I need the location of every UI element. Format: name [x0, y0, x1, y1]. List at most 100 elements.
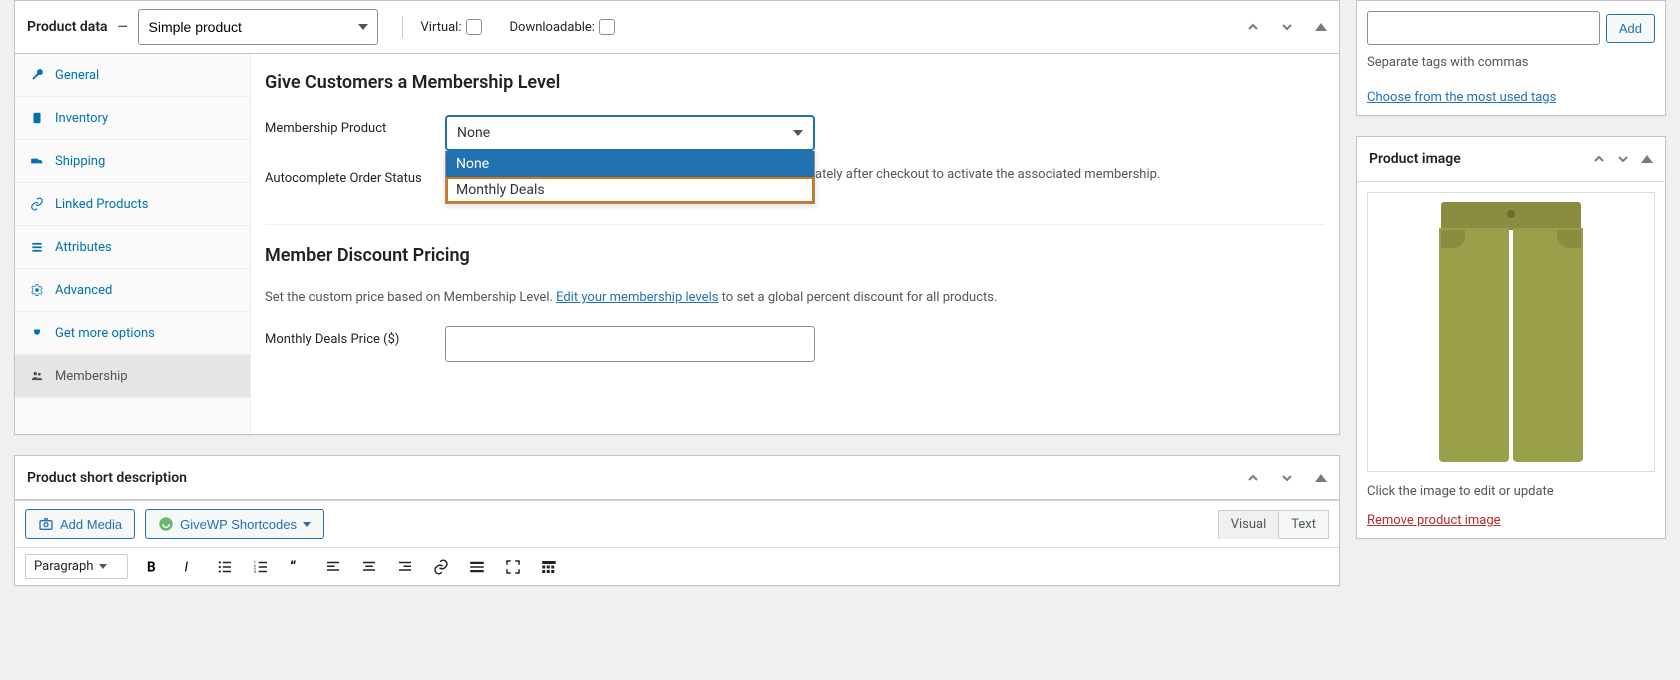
dropdown-option-none[interactable]: None	[446, 151, 814, 177]
collapse-toggle-icon[interactable]	[1641, 155, 1653, 163]
bold-button[interactable]: B	[142, 556, 164, 578]
move-up-button[interactable]	[1587, 147, 1611, 171]
collapse-toggle-icon[interactable]	[1315, 474, 1327, 482]
product-data-header: Product data — Simple product Virtual: D…	[15, 1, 1339, 54]
vertical-divider	[402, 16, 403, 38]
align-center-button[interactable]	[358, 556, 380, 578]
add-tag-button[interactable]: Add	[1606, 14, 1655, 43]
dash-separator: —	[118, 20, 128, 35]
fullscreen-button[interactable]	[502, 556, 524, 578]
product-image-title: Product image	[1369, 151, 1587, 167]
blockquote-button[interactable]: “	[286, 556, 308, 578]
tab-linked-products[interactable]: Linked Products	[15, 183, 250, 226]
givewp-shortcodes-button[interactable]: GiveWP Shortcodes	[145, 509, 324, 539]
move-down-button[interactable]	[1611, 147, 1635, 171]
align-left-button[interactable]	[322, 556, 344, 578]
product-data-title: Product data	[27, 19, 108, 35]
tab-label: Shipping	[55, 154, 105, 169]
users-icon	[29, 368, 45, 384]
svg-text:I: I	[185, 559, 189, 575]
virtual-toggle[interactable]: Virtual:	[421, 19, 482, 35]
chevron-down-icon	[793, 130, 803, 136]
plug-icon	[29, 325, 45, 341]
product-data-panel: Product data — Simple product Virtual: D…	[14, 0, 1340, 435]
tab-label: General	[55, 68, 99, 83]
membership-heading: Give Customers a Membership Level	[265, 72, 1325, 93]
paragraph-format-select[interactable]: Paragraph	[25, 554, 128, 579]
gear-icon	[29, 282, 45, 298]
editor-tab-text[interactable]: Text	[1279, 510, 1329, 539]
discount-heading: Member Discount Pricing	[265, 245, 1325, 266]
list-icon	[29, 239, 45, 255]
product-image-header: Product image	[1357, 137, 1665, 182]
move-up-button[interactable]	[1241, 15, 1265, 39]
product-type-select[interactable]: Simple product	[138, 9, 378, 45]
collapse-toggle-icon[interactable]	[1315, 23, 1327, 31]
tags-hint: Separate tags with commas	[1367, 55, 1655, 70]
product-image-thumbnail[interactable]	[1367, 192, 1655, 472]
tab-label: Get more options	[55, 326, 155, 341]
virtual-checkbox[interactable]	[466, 19, 482, 35]
svg-text:B: B	[147, 559, 156, 575]
tab-attributes[interactable]: Attributes	[15, 226, 250, 269]
tab-label: Attributes	[55, 240, 112, 255]
membership-tab-content: Give Customers a Membership Level Member…	[251, 54, 1339, 434]
camera-icon	[38, 516, 54, 532]
number-list-button[interactable]: 123	[250, 556, 272, 578]
tab-get-more-options[interactable]: Get more options	[15, 312, 250, 355]
tab-label: Linked Products	[55, 197, 148, 212]
tab-advanced[interactable]: Advanced	[15, 269, 250, 312]
tab-shipping[interactable]: Shipping	[15, 140, 250, 183]
caret-down-icon	[303, 522, 311, 527]
tab-label: Advanced	[55, 283, 112, 298]
tab-general[interactable]: General	[15, 54, 250, 97]
product-type-select-wrap: Simple product	[138, 9, 378, 45]
clipboard-icon	[29, 110, 45, 126]
tab-inventory[interactable]: Inventory	[15, 97, 250, 140]
tab-membership[interactable]: Membership	[15, 355, 250, 398]
insert-link-button[interactable]	[430, 556, 452, 578]
move-up-button[interactable]	[1241, 466, 1265, 490]
editor-tab-visual[interactable]: Visual	[1218, 510, 1280, 539]
caret-down-icon	[99, 564, 107, 569]
edit-membership-levels-link[interactable]: Edit your membership levels	[556, 290, 718, 305]
link-icon	[29, 196, 45, 212]
downloadable-checkbox[interactable]	[599, 19, 615, 35]
short-description-title: Product short description	[27, 470, 187, 486]
svg-text:3: 3	[254, 569, 257, 575]
move-down-button[interactable]	[1275, 15, 1299, 39]
align-right-button[interactable]	[394, 556, 416, 578]
downloadable-toggle[interactable]: Downloadable:	[510, 19, 615, 35]
insert-more-button[interactable]	[466, 556, 488, 578]
membership-product-dropdown: None Monthly Deals	[445, 151, 815, 204]
tag-input[interactable]	[1367, 11, 1600, 45]
monthly-deals-price-input[interactable]	[445, 326, 815, 362]
short-description-panel: Product short description Add Media Give…	[14, 455, 1340, 586]
toolbar-toggle-button[interactable]	[538, 556, 560, 578]
tab-label: Inventory	[55, 111, 108, 126]
choose-used-tags-link[interactable]: Choose from the most used tags	[1367, 90, 1556, 105]
product-image-panel: Product image Click the image to edit or…	[1356, 136, 1666, 539]
product-image-hint: Click the image to edit or update	[1367, 484, 1655, 499]
add-media-button[interactable]: Add Media	[25, 509, 135, 539]
svg-text:“: “	[291, 558, 297, 576]
tag-input-row: Add	[1367, 11, 1655, 45]
bullet-list-button[interactable]	[214, 556, 236, 578]
editor-top-toolbar: Add Media GiveWP Shortcodes Visual Text	[15, 500, 1339, 547]
tab-label: Membership	[55, 369, 128, 384]
membership-product-label: Membership Product	[265, 115, 435, 136]
monthly-deals-price-label: Monthly Deals Price ($)	[265, 326, 435, 347]
wrench-icon	[29, 67, 45, 83]
remove-product-image-link[interactable]: Remove product image	[1367, 513, 1501, 528]
membership-product-row: Membership Product None None Monthly Dea…	[265, 115, 1325, 151]
givewp-icon	[158, 516, 174, 532]
truck-icon	[29, 153, 45, 169]
editor-format-toolbar: Paragraph B I 123 “	[15, 547, 1339, 585]
move-down-button[interactable]	[1275, 466, 1299, 490]
tags-panel: Add Separate tags with commas Choose fro…	[1356, 0, 1666, 116]
membership-product-select[interactable]: None	[445, 115, 815, 151]
dropdown-option-monthly-deals[interactable]: Monthly Deals	[446, 177, 814, 203]
italic-button[interactable]: I	[178, 556, 200, 578]
product-data-tabs: General Inventory Shipping Linked Produc…	[15, 54, 251, 434]
product-data-body: General Inventory Shipping Linked Produc…	[15, 54, 1339, 434]
